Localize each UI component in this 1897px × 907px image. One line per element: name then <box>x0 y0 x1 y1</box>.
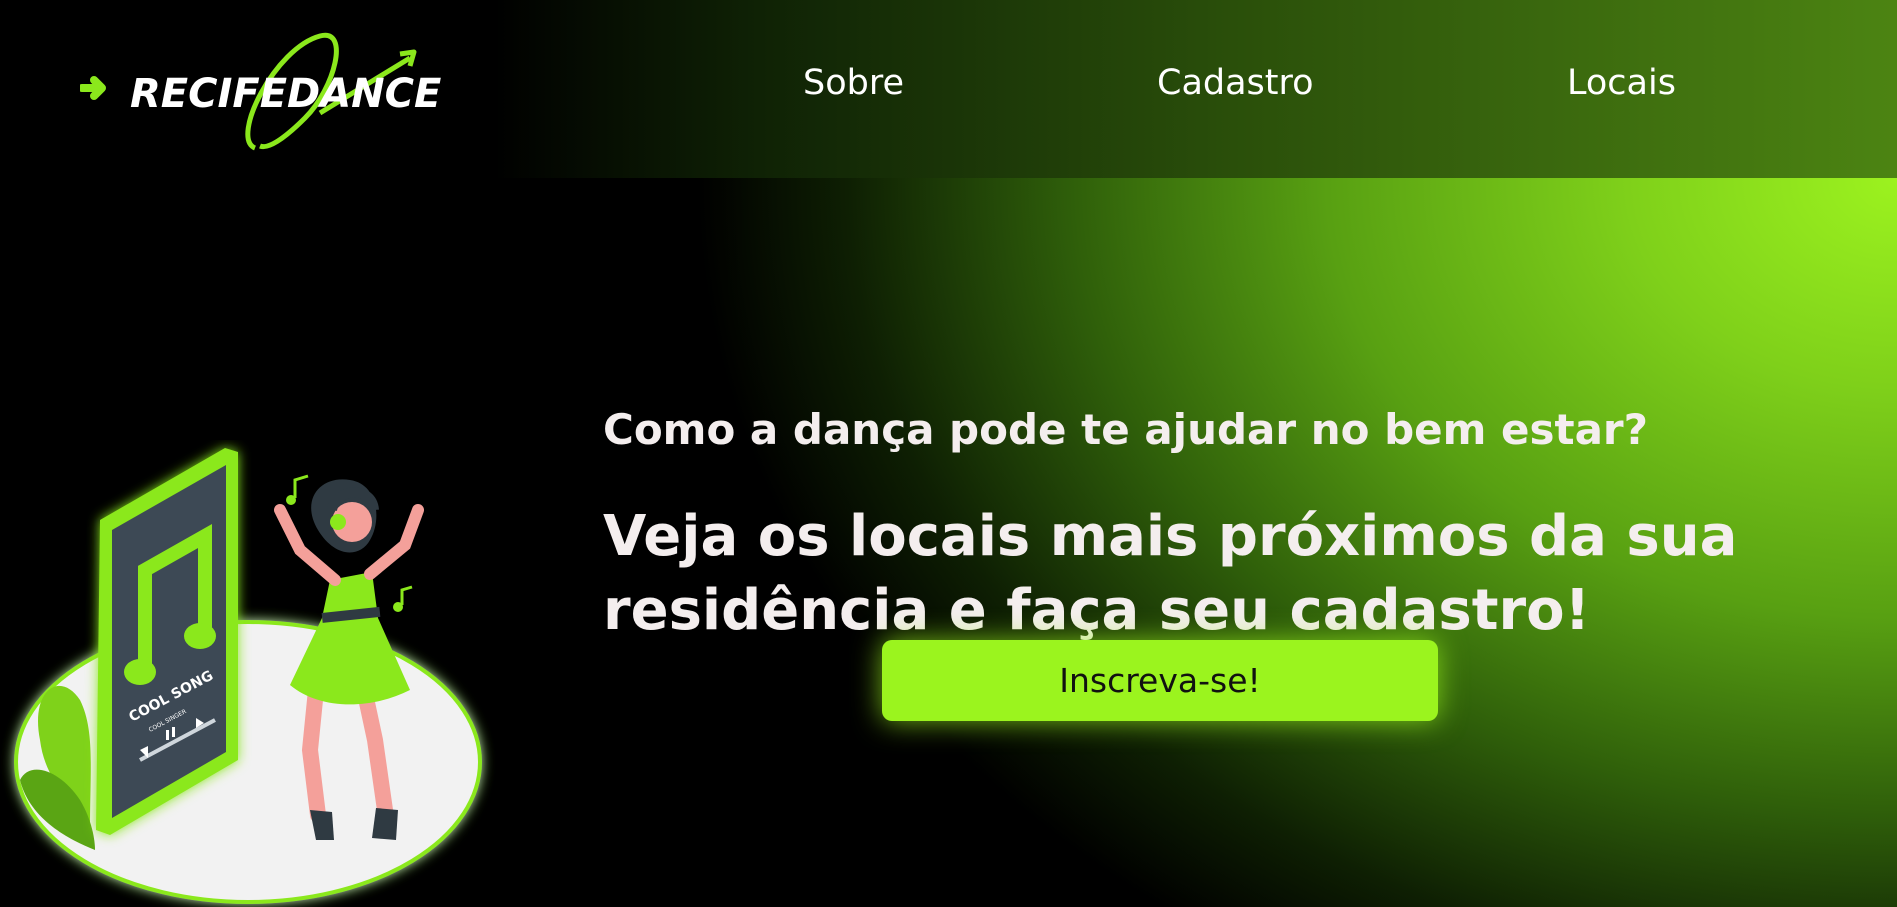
nav-link-sobre[interactable]: Sobre <box>803 66 904 101</box>
logo-text: RECIFEDANCE <box>130 71 442 117</box>
recifedance-logo[interactable]: RECIFEDANCE <box>80 28 500 158</box>
landing-page: RECIFEDANCE Sobre Cadastro Locais Como a… <box>0 0 1897 907</box>
hero-question: Como a dança pode te ajudar no bem estar… <box>603 404 1648 454</box>
dance-illustration-icon: COOL SONG COOL SINGER <box>14 448 482 904</box>
nav-link-locais[interactable]: Locais <box>1567 66 1676 101</box>
site-header: RECIFEDANCE Sobre Cadastro Locais <box>0 0 1897 178</box>
dancing-girl-illustration: COOL SONG COOL SINGER <box>0 440 500 907</box>
hero-headline: Veja os locais mais próximos da sua resi… <box>603 503 1738 643</box>
nav-link-cadastro[interactable]: Cadastro <box>1157 66 1314 101</box>
subscribe-button[interactable]: Inscreva-se! <box>882 640 1438 721</box>
